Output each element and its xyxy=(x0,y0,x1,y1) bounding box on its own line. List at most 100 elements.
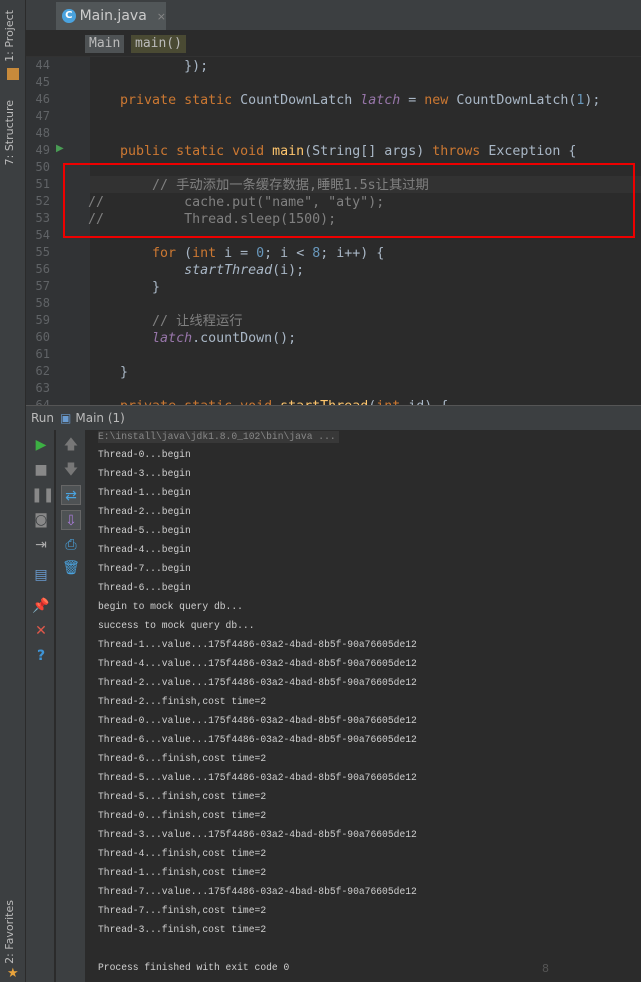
breadcrumb-class[interactable]: Main xyxy=(85,35,125,53)
code-token: latch xyxy=(152,331,193,346)
code-token: CountDownLatch( xyxy=(456,93,577,108)
code-token: 0 xyxy=(256,246,265,261)
code-token: latch xyxy=(360,93,401,108)
pin-icon[interactable]: 📌 xyxy=(31,596,51,616)
code-token: new xyxy=(424,93,457,108)
line-number: 63 xyxy=(35,381,50,395)
line-number: 46 xyxy=(35,92,50,106)
console-line: Thread-0...finish,cost time=2 xyxy=(98,810,267,822)
soft-wrap-icon[interactable]: ⇄ xyxy=(61,485,81,505)
code-line: } xyxy=(88,364,128,381)
line-number: 60 xyxy=(35,330,50,344)
line-count: 8 xyxy=(542,962,549,975)
console-line: Thread-1...begin xyxy=(98,487,191,499)
line-number: 53 xyxy=(35,211,50,225)
down-arrow-icon[interactable]: 🡇 xyxy=(61,460,81,480)
help-icon[interactable]: ? xyxy=(31,646,51,666)
favorites-tool-tab[interactable]: 2: Favorites xyxy=(3,900,16,964)
console-output[interactable]: E:\install\java\jdk1.8.0_102\bin\java ..… xyxy=(87,430,641,982)
console-line: success to mock query db... xyxy=(98,620,255,632)
code-line: } xyxy=(88,279,160,296)
line-number: 44 xyxy=(35,58,50,72)
code-token: for xyxy=(152,246,185,261)
line-number: 50 xyxy=(35,160,50,174)
code-token: (String[] args) xyxy=(304,144,433,159)
trash-icon[interactable]: 🗑 xyxy=(61,558,81,578)
console-line: Thread-5...value...175f4486-03a2-4bad-8b… xyxy=(98,772,417,784)
console-line: Thread-4...value...175f4486-03a2-4bad-8b… xyxy=(98,658,417,670)
code-line: private static CountDownLatch latch = ne… xyxy=(88,92,600,109)
left-tool-strip: 1: Project 7: Structure 2: Favorites ★ xyxy=(0,0,26,982)
line-number: 45 xyxy=(35,75,50,89)
line-number: 49 xyxy=(35,143,50,157)
code-token: ; i++) { xyxy=(320,246,385,261)
up-arrow-icon[interactable]: 🡅 xyxy=(61,435,81,455)
run-gutter-icon[interactable]: ▶ xyxy=(56,143,64,154)
pause-icon[interactable]: ❚❚ xyxy=(31,485,54,505)
exit-icon[interactable]: ⇥ xyxy=(31,535,51,555)
structure-tool-tab[interactable]: 7: Structure xyxy=(3,100,16,165)
console-line: Thread-2...begin xyxy=(98,506,191,518)
java-class-icon: C xyxy=(62,9,76,23)
code-token: } xyxy=(88,365,129,380)
code-line: latch.countDown(); xyxy=(88,330,296,347)
breadcrumb: Main main() xyxy=(26,31,641,57)
console-line: Thread-0...value...175f4486-03a2-4bad-8b… xyxy=(98,715,417,727)
tab-label: Main.java xyxy=(79,8,147,24)
scroll-to-end-icon[interactable]: ⇩ xyxy=(61,510,81,530)
console-line: Thread-1...finish,cost time=2 xyxy=(98,867,267,879)
run-toolbar-right: 🡅 🡇 ⇄ ⇩ ⎙ 🗑 xyxy=(56,430,86,982)
code-token: ( xyxy=(184,246,193,261)
code-token: ; i < xyxy=(264,246,313,261)
code-token: // 让线程运行 xyxy=(152,314,243,329)
console-line: Thread-2...finish,cost time=2 xyxy=(98,696,267,708)
console-line: Process finished with exit code 0 xyxy=(98,962,290,974)
project-tool-tab[interactable]: 1: Project xyxy=(3,10,16,62)
code-token: CountDownLatch xyxy=(240,93,361,108)
run-config-tab[interactable]: Main (1) xyxy=(75,411,124,425)
console-line: begin to mock query db... xyxy=(98,601,243,613)
run-label: Run xyxy=(31,411,55,425)
console-line: Thread-3...value...175f4486-03a2-4bad-8b… xyxy=(98,829,417,841)
code-token: } xyxy=(88,280,161,295)
print-icon[interactable]: ⎙ xyxy=(61,535,81,555)
run-toolbar-left: ▶ ■ ❚❚ ◙ ⇥ ▤ 📌 ✕ ? xyxy=(26,430,55,982)
code-token: main xyxy=(272,144,305,159)
layout-icon[interactable]: ▤ xyxy=(31,565,51,585)
code-line: for (int i = 0; i < 8; i++) { xyxy=(88,245,384,262)
console-command: E:\install\java\jdk1.8.0_102\bin\java ..… xyxy=(98,431,340,443)
console-line: Thread-6...finish,cost time=2 xyxy=(98,753,267,765)
code-token: int xyxy=(192,246,225,261)
rerun-icon[interactable]: ▶ xyxy=(31,435,51,455)
close-run-icon[interactable]: ✕ xyxy=(31,621,51,641)
code-token: private static xyxy=(120,93,241,108)
breadcrumb-method[interactable]: main() xyxy=(131,35,186,53)
console-line: Thread-5...finish,cost time=2 xyxy=(98,791,267,803)
code-token: startThread xyxy=(184,263,273,278)
code-token: Exception { xyxy=(488,144,577,159)
line-number: 47 xyxy=(35,109,50,123)
highlight-box xyxy=(63,163,635,238)
code-token: = xyxy=(400,93,425,108)
line-number: 51 xyxy=(35,177,50,191)
code-line: }); xyxy=(88,58,208,75)
star-icon: ★ xyxy=(7,966,19,981)
close-icon[interactable]: × xyxy=(157,10,166,23)
console-line: Thread-2...value...175f4486-03a2-4bad-8b… xyxy=(98,677,417,689)
line-number: 57 xyxy=(35,279,50,293)
console-line: Thread-0...begin xyxy=(98,449,191,461)
stop-icon[interactable]: ■ xyxy=(31,460,51,480)
dump-threads-icon[interactable]: ◙ xyxy=(31,510,51,530)
line-number: 48 xyxy=(35,126,50,140)
code-token: (i); xyxy=(272,263,305,278)
code-token: i = xyxy=(224,246,257,261)
project-icon xyxy=(7,68,19,80)
tab-main-java[interactable]: C Main.java × xyxy=(56,2,166,30)
console-line: Thread-4...begin xyxy=(98,544,191,556)
line-number: 64 xyxy=(35,398,50,405)
